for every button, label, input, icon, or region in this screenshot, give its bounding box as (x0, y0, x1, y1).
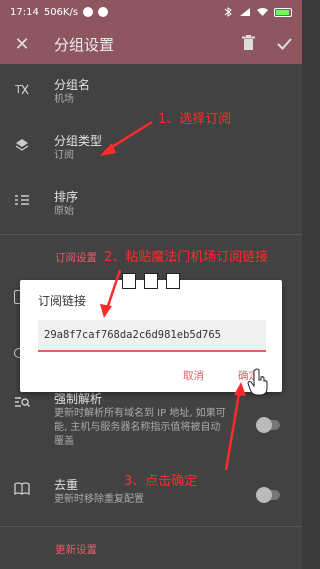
annotation-arrowhead-2 (100, 304, 112, 318)
hand-pointer-icon (247, 368, 268, 396)
annotation-arrowhead-3 (234, 382, 246, 396)
annotation-arrows (100, 120, 246, 471)
annotation-arrow-3 (224, 387, 242, 471)
